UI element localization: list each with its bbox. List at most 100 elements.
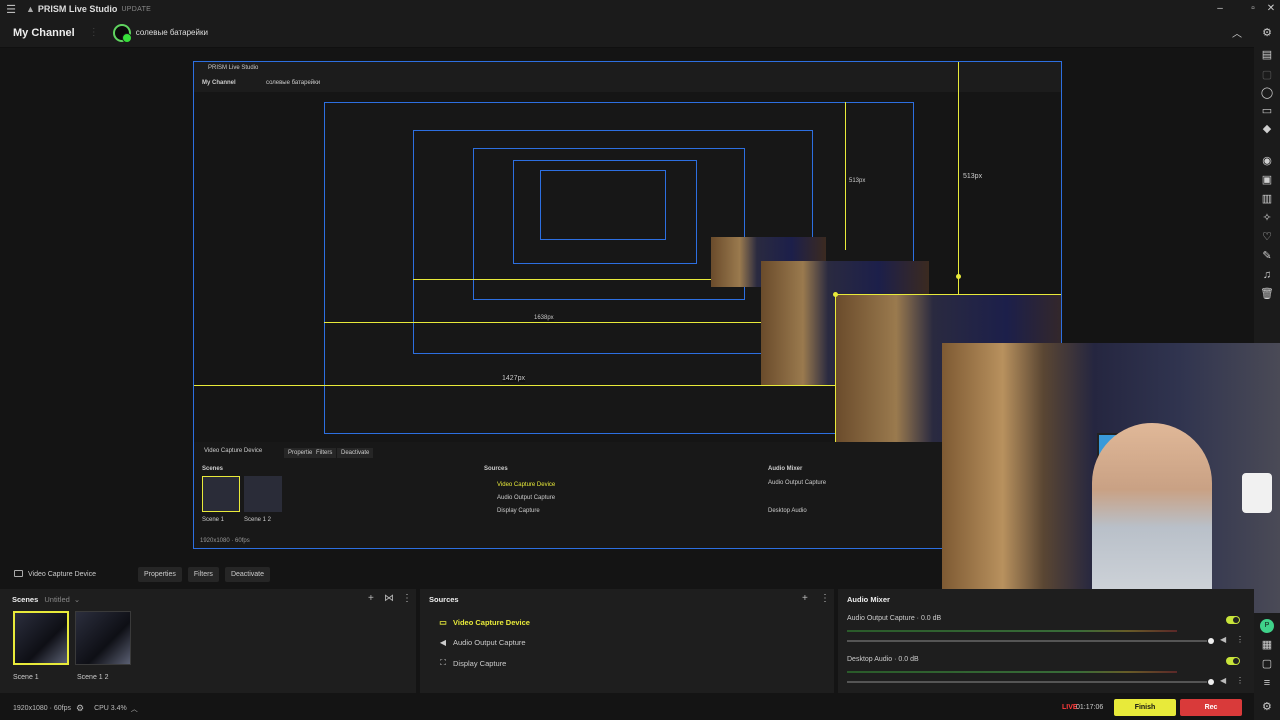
rec-button[interactable]: Rec: [1180, 699, 1242, 716]
update-badge[interactable]: UPDATE: [121, 6, 151, 13]
filters-button[interactable]: Filters: [187, 566, 219, 582]
nested-status: 1920x1080 · 60fps: [200, 538, 250, 544]
resize-handle[interactable]: [956, 274, 961, 279]
settings-icon[interactable]: ⚙: [1262, 700, 1272, 713]
app-title: PRISM Live Studio: [37, 4, 118, 14]
more-icon[interactable]: ⋮: [820, 593, 830, 604]
audio-meter: [847, 630, 1177, 632]
guide-line-vertical: [958, 62, 959, 294]
close-icon[interactable]: ✕: [1262, 0, 1280, 18]
notification-icon[interactable]: ◆: [1260, 122, 1274, 136]
source-label: Display Capture: [453, 658, 507, 668]
chat-bubble-icon[interactable]: ▭: [1260, 104, 1274, 118]
mixer-channel-name: Audio Output Capture: [847, 615, 915, 622]
volume-slider[interactable]: [847, 640, 1207, 642]
maximize-icon[interactable]: ▫: [1244, 0, 1262, 18]
more-icon[interactable]: ⋮: [402, 593, 412, 604]
chevron-up-icon[interactable]: ︿: [1232, 25, 1242, 40]
scene-transition-icon[interactable]: ⋈: [384, 593, 394, 604]
lock-icon[interactable]: ▢: [1260, 68, 1274, 82]
effect-icon[interactable]: ✧: [1260, 211, 1274, 225]
source-item-audio-output[interactable]: ◀ Audio Output Capture: [437, 638, 526, 647]
sources-title: Sources: [429, 595, 459, 604]
source-item-display-capture[interactable]: ⛶ Display Capture: [437, 658, 506, 668]
scene-thumbnail[interactable]: [13, 611, 69, 665]
nested-scene-thumb-2: [244, 476, 282, 512]
nested-title-bar: PRISM Live Studio: [194, 62, 1061, 74]
nested-channel-bar: My Channel солевые батарейки: [194, 74, 1061, 92]
mixer-settings-icon[interactable]: ▦: [1260, 638, 1274, 652]
source-toolbar: Video Capture Device Properties Filters …: [0, 563, 1254, 585]
nested-source-3: Display Capture: [497, 508, 540, 514]
mixer-toggle[interactable]: [1226, 657, 1240, 665]
prism-chat-icon[interactable]: P: [1260, 619, 1274, 633]
prism-logo-icon: ▲: [26, 4, 35, 14]
scene-thumbnail[interactable]: [75, 611, 131, 665]
add-scene-icon[interactable]: +: [368, 593, 374, 604]
volume-slider-knob[interactable]: [1208, 638, 1214, 644]
resize-handle[interactable]: [833, 292, 838, 297]
audio-meter: [847, 671, 1177, 673]
layout-icon[interactable]: ▤: [1260, 48, 1274, 62]
scenes-title-text: Scenes: [12, 595, 39, 604]
audio-mixer-title: Audio Mixer: [847, 595, 890, 604]
lamp: [1242, 473, 1272, 513]
hamburger-menu-icon[interactable]: ☰: [0, 3, 22, 16]
scene-label[interactable]: Scene 1 2: [77, 674, 109, 681]
nested-mixer-title: Audio Mixer: [768, 466, 803, 472]
nested-scene-thumb: [202, 476, 240, 512]
speaker-icon: ◀: [439, 638, 447, 647]
mixer-channel-level: 0.0 dB: [898, 656, 919, 663]
chevron-up-icon[interactable]: ︿: [131, 704, 138, 714]
separator-icon: ⋮: [88, 27, 99, 38]
nested-app-title: PRISM Live Studio: [208, 65, 259, 71]
minimize-icon[interactable]: –: [1211, 0, 1229, 18]
scene-label[interactable]: Scene 1: [13, 674, 39, 681]
user-settings-icon[interactable]: ⚙: [1260, 26, 1274, 40]
preview-canvas[interactable]: PRISM Live Studio My Channel солевые бат…: [193, 61, 1062, 549]
nested-scene-label-2: Scene 1 2: [244, 517, 272, 523]
mixer-channel-label: Audio Output Capture · 0.0 dB: [847, 615, 942, 622]
more-icon[interactable]: ⋮: [1236, 676, 1244, 685]
settings-icon[interactable]: ⚙: [76, 703, 84, 714]
volume-slider-knob[interactable]: [1208, 679, 1214, 685]
camera-icon[interactable]: ◉: [1260, 154, 1274, 168]
scene-collection[interactable]: Untitled: [44, 595, 69, 604]
trash-icon[interactable]: 🗑: [1260, 287, 1274, 301]
add-source-icon[interactable]: +: [802, 593, 808, 604]
channel-name[interactable]: My Channel: [13, 27, 75, 39]
scene-icon[interactable]: ▥: [1260, 192, 1274, 206]
camera-icon: [14, 570, 23, 577]
virtual-camera-icon[interactable]: ▣: [1260, 173, 1274, 187]
nested-deactivate-btn: Deactivate: [337, 448, 374, 458]
nested-channel-label: солевые батарейки: [266, 80, 321, 86]
nested-channel-name: My Channel: [202, 80, 236, 86]
music-icon[interactable]: ♫: [1260, 268, 1274, 282]
volume-slider[interactable]: [847, 681, 1207, 683]
heart-icon[interactable]: ♡: [1260, 230, 1274, 244]
nested-sources-title: Sources: [484, 466, 508, 472]
size-label-horizontal: 1427px: [502, 375, 525, 382]
channel-avatar[interactable]: [112, 23, 132, 43]
mixer-channel-name: Desktop Audio: [847, 656, 893, 663]
chat-window-icon[interactable]: ▢: [1260, 657, 1274, 671]
mixer-toggle[interactable]: [1226, 616, 1240, 624]
speaker-icon[interactable]: ◀: [1220, 676, 1226, 685]
chevron-down-icon[interactable]: ⌄: [74, 595, 80, 604]
list-icon[interactable]: ≡: [1260, 676, 1274, 690]
display-icon: ⛶: [440, 658, 446, 667]
finish-button[interactable]: Finish: [1114, 699, 1176, 716]
more-icon[interactable]: ⋮: [1236, 635, 1244, 644]
source-item-video-capture[interactable]: ▭ Video Capture Device: [437, 618, 530, 627]
chat-icon[interactable]: ◯: [1260, 86, 1274, 100]
nested-dock: Video Capture Device Properties Filters …: [194, 442, 1061, 548]
source-label: Audio Output Capture: [453, 638, 526, 647]
channel-label[interactable]: солевые батарейки: [136, 28, 208, 37]
scenes-panel: Scenes Untitled ⌄ + ⋈ ⋮ Scene 1 Scene 1 2: [0, 589, 416, 693]
deactivate-button[interactable]: Deactivate: [224, 566, 271, 582]
nested-preview-5: [540, 170, 666, 240]
pen-icon[interactable]: ✎: [1260, 249, 1274, 263]
properties-button[interactable]: Properties: [137, 566, 182, 582]
speaker-icon[interactable]: ◀: [1220, 635, 1226, 644]
guide-line-horizontal-2: [324, 322, 761, 323]
